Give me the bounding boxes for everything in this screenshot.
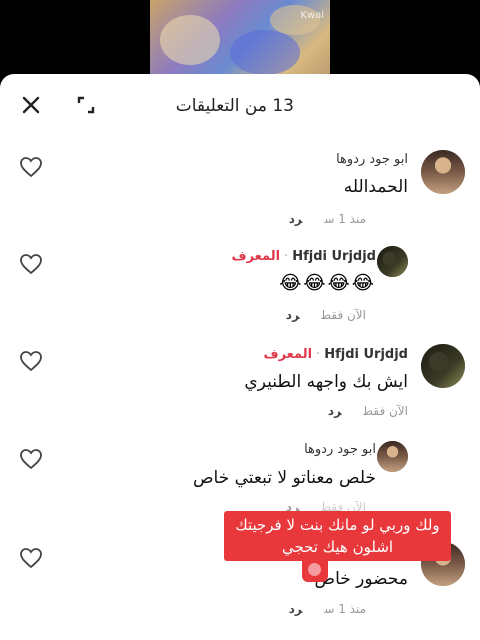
expand-icon[interactable] (77, 96, 95, 114)
comment-meta: منذ 1 س رد (289, 602, 366, 616)
comment-author[interactable]: Hfjdi Urjdjd·المعرف (263, 347, 408, 362)
heart-icon[interactable] (19, 349, 43, 373)
reply-button[interactable]: رد (286, 308, 300, 322)
comment-author[interactable]: ابو جود ردوها (336, 152, 408, 167)
comment-meta: الآن فقط رد (286, 308, 366, 322)
thumb-blob (230, 30, 300, 75)
author-name[interactable]: ابو جود ردوها (304, 442, 376, 457)
author-name[interactable]: Hfjdi Urjdjd (292, 249, 376, 264)
comment-item: ابو جود ردوها الحمدالله منذ 1 س رد (0, 136, 480, 231)
comment-time: منذ 1 س (324, 602, 366, 616)
video-thumbnail[interactable]: Kwai (150, 0, 330, 80)
separator-dot: · (284, 249, 289, 264)
comment-meta: منذ 1 س رد (289, 212, 366, 226)
heart-icon[interactable] (19, 546, 43, 570)
reply-button[interactable]: رد (328, 404, 342, 418)
comment-text: 😂😂😂😂 (279, 272, 376, 294)
author-name[interactable]: Hfjdi Urjdjd (324, 347, 408, 362)
author-badge: المعرف (263, 347, 313, 362)
author-badge: المعرف (231, 249, 281, 264)
comment-text: محضور خاص (314, 569, 408, 589)
avatar[interactable] (377, 441, 408, 472)
comment-time: منذ 1 س (324, 212, 366, 226)
avatar[interactable] (377, 246, 408, 277)
comment-item: Hfjdi Urjdjd·المعرف 😂😂😂😂 الآن فقط رد (0, 234, 480, 329)
avatar[interactable] (421, 150, 465, 194)
comment-text: ايش بك واجهه الطنيري (244, 372, 408, 392)
comment-meta: الآن فقط رد (328, 404, 408, 418)
overlay-heart-icon (302, 560, 328, 582)
sheet-header: 13 من التعليقات (0, 74, 480, 136)
kwai-watermark: Kwai (300, 10, 324, 21)
comment-text: خلص معناتو لا تبعتي خاص (192, 468, 376, 488)
comment-time: الآن فقط (321, 308, 366, 322)
comment-time: الآن فقط (363, 404, 408, 418)
comments-count-title: 13 من التعليقات (175, 96, 294, 116)
reply-button[interactable]: رد (289, 602, 303, 616)
heart-icon[interactable] (19, 447, 43, 471)
heart-icon[interactable] (19, 252, 43, 276)
close-icon[interactable] (20, 94, 42, 116)
comment-author[interactable]: Hfjdi Urjdjd·المعرف (231, 249, 376, 264)
avatar[interactable] (421, 344, 465, 388)
video-overlay-caption: ولك وربي لو مانك بنت لا فرجيتك اشلون هيك… (224, 511, 451, 561)
reply-button[interactable]: رد (289, 212, 303, 226)
heart-icon[interactable] (19, 155, 43, 179)
comment-text: الحمدالله (343, 177, 408, 197)
thumb-blob (160, 15, 220, 65)
comment-author[interactable]: ابو جود ردوها (304, 442, 376, 457)
author-name[interactable]: ابو جود ردوها (336, 152, 408, 167)
comment-item: Hfjdi Urjdjd·المعرف ايش بك واجهه الطنيري… (0, 336, 480, 431)
separator-dot: · (316, 347, 321, 362)
